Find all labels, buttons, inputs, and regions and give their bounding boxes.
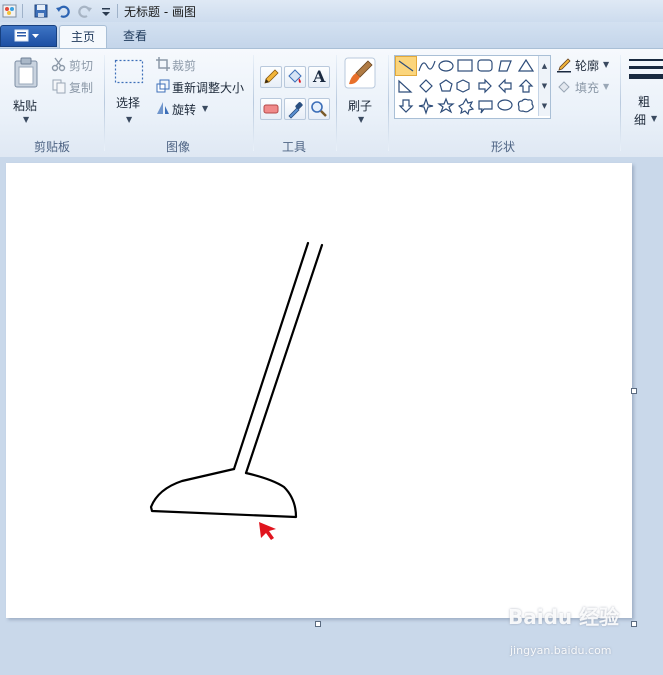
shapes-scroll-up[interactable]: ▲ [538,56,550,76]
chevron-down-icon: ▼ [651,114,658,123]
drawing-canvas[interactable] [6,163,632,618]
crop-icon [156,57,170,71]
save-icon[interactable] [33,3,49,19]
paste-label: 粘贴 [13,99,38,113]
group-separator [336,55,337,151]
tab-row: 主页 查看 [0,22,663,48]
fill-bucket-icon [288,69,302,83]
title-separator [117,4,118,18]
magnifier-tool[interactable] [308,98,330,120]
size-icon [629,59,663,79]
redo-icon[interactable] [77,3,93,19]
mop-handle-right-line [244,243,324,475]
rotate-icon [157,102,169,114]
group-separator [253,55,254,151]
shapes-gallery-art [395,56,535,116]
resize-handle-right[interactable] [631,388,637,394]
paste-button[interactable]: 粘贴 ▼ [6,53,46,129]
mop-head-outline [149,467,298,519]
outline-icon [557,58,571,73]
color-picker-icon [288,102,303,119]
image-group-label: 图像 [166,140,191,154]
watermark-url: jingyan.baidu.com [510,644,612,657]
customize-qat-icon[interactable] [98,3,114,19]
copy-label: 复制 [69,81,94,95]
watermark-logo: Baidu 经验 [508,605,620,629]
eraser-tool[interactable] [260,98,282,120]
group-separator [388,55,389,151]
select-button[interactable]: 选择 ▼ [110,53,148,129]
chevron-down-icon: ▼ [23,115,30,124]
group-separator [620,55,621,151]
eraser-icon [263,104,279,114]
shapes-expand[interactable]: ▼ [538,96,550,116]
workspace [0,157,663,675]
arrow-cursor-icon [259,522,276,540]
color-picker-tool[interactable] [284,98,306,120]
select-icon [114,59,144,84]
brush-icon [344,57,376,89]
shapes-gallery: ▲ ▼ ▼ [394,55,551,119]
rotate-label: 旋转 [172,103,197,117]
text-icon: A [313,67,326,86]
fill-tool[interactable] [284,66,306,88]
resize-handle-bottom[interactable] [315,621,321,627]
tab-view[interactable]: 查看 [112,25,158,47]
crop-label: 裁剪 [172,59,197,73]
mop-handle-left-line [232,241,310,471]
paste-icon [14,57,38,88]
tools-group-label: 工具 [282,140,307,154]
undo-icon[interactable] [55,3,71,19]
pencil-tool[interactable] [260,66,282,88]
app-menu-icon [14,29,39,42]
resize-icon [156,79,170,93]
cut-icon [51,57,66,72]
chevron-down-icon: ▼ [603,60,610,69]
ribbon: 粘贴 ▼ 剪切 复制 剪贴板 选择 ▼ 裁剪 重新调整大小 旋转 ▼ 图像 A … [0,48,663,158]
magnifier-icon [311,101,327,117]
title-bar: 无标题 - 画图 [0,0,663,23]
shapes-group-label: 形状 [491,140,516,154]
cut-label: 剪切 [69,59,94,73]
window-title: 无标题 - 画图 [124,5,196,19]
group-separator [104,55,105,151]
chevron-down-icon: ▼ [603,82,610,91]
drawing [149,241,324,519]
fill-icon [558,81,570,93]
outline-label: 轮廓 [575,59,600,73]
chevron-down-icon: ▼ [126,115,133,124]
title-separator [22,4,23,18]
shapes-scroll-down[interactable]: ▼ [538,76,550,96]
tab-home[interactable]: 主页 [59,25,107,48]
tab-home-label: 主页 [70,30,95,44]
size-button[interactable]: 粗 细 ▼ [624,53,663,133]
resize-handle-corner[interactable] [631,621,637,627]
resize-label: 重新调整大小 [172,81,245,95]
chevron-down-icon: ▼ [358,115,365,124]
tab-view-label: 查看 [122,29,147,43]
size-label-line1: 粗 [638,95,651,109]
brushes-label: 刷子 [348,99,373,113]
paint-app-icon[interactable] [2,3,18,19]
copy-icon [52,79,66,94]
clipboard-group-label: 剪贴板 [34,140,71,154]
pencil-icon [264,69,279,84]
app-menu-button[interactable] [0,25,57,47]
select-label: 选择 [116,96,141,110]
fill-label: 填充 [575,81,600,95]
brushes-button[interactable]: 刷子 ▼ [340,53,382,129]
chevron-down-icon: ▼ [202,104,209,113]
size-label-line2: 细 [634,113,647,127]
text-tool[interactable]: A [308,66,330,88]
